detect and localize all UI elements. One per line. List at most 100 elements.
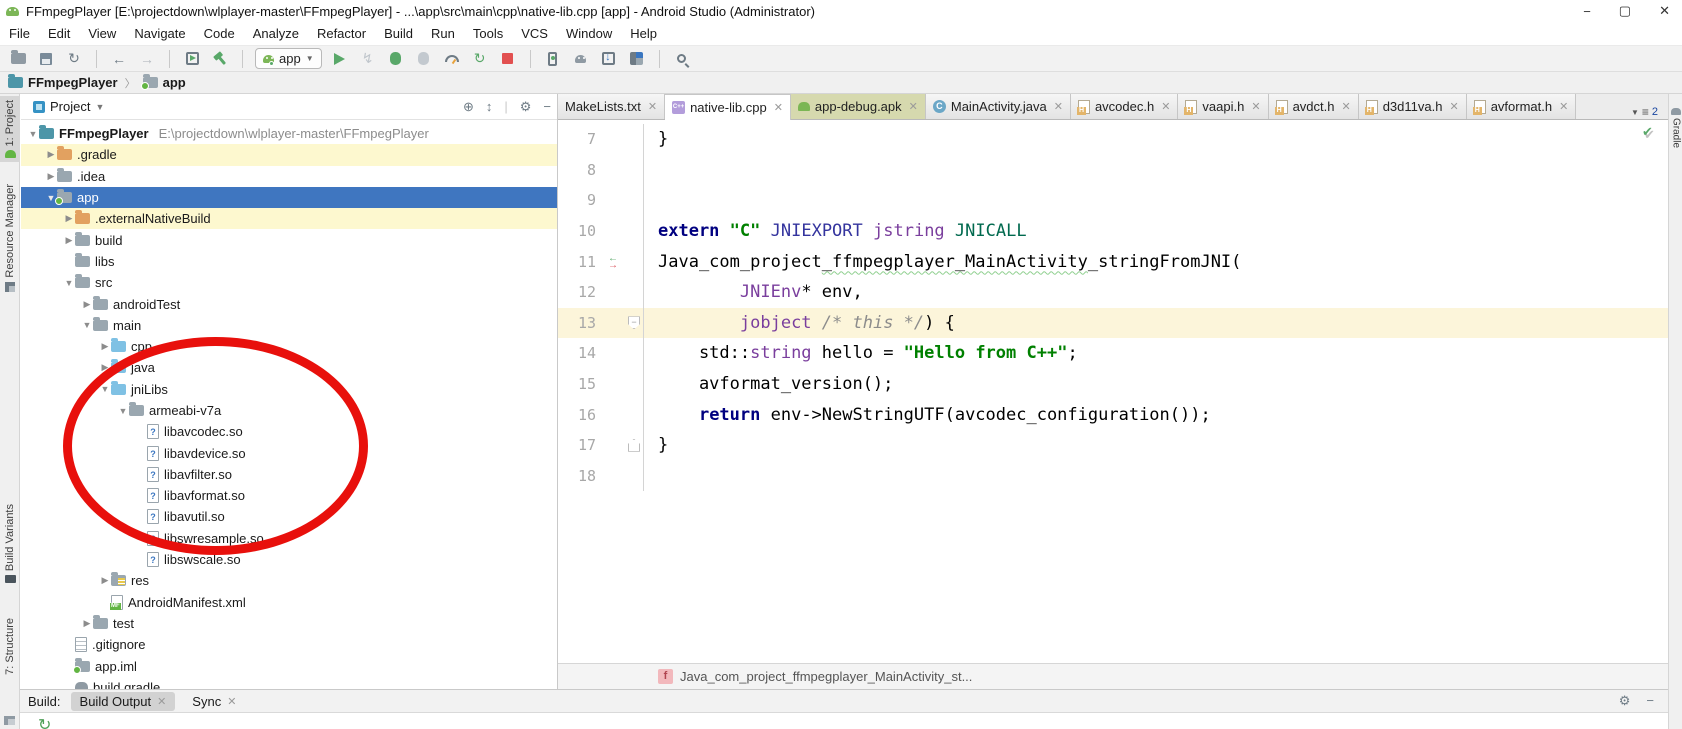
close-tab-icon[interactable]: ✕: [1161, 100, 1170, 113]
build-settings-gear-icon[interactable]: ⚙: [1619, 693, 1631, 709]
tree-item-androidtest[interactable]: ▶androidTest: [21, 293, 557, 314]
close-tab-icon[interactable]: ✕: [1341, 100, 1350, 113]
line-number[interactable]: 8: [558, 161, 604, 179]
tree-expand-arrow-icon[interactable]: ▼: [27, 129, 39, 139]
hide-build-panel-icon[interactable]: −: [1646, 693, 1654, 709]
tree-item-libavfilter-so[interactable]: ?libavfilter.so: [21, 464, 557, 485]
menu-item-edit[interactable]: Edit: [39, 22, 79, 45]
stripe-tab-gradle[interactable]: Gradle: [1669, 108, 1682, 148]
tree-item-java[interactable]: ▶java: [21, 357, 557, 378]
close-tab-icon[interactable]: ✕: [1251, 100, 1260, 113]
line-number[interactable]: 10: [558, 222, 604, 240]
tree-expand-arrow-icon[interactable]: ▶: [99, 362, 111, 373]
menu-item-file[interactable]: File: [0, 22, 39, 45]
close-tab-icon[interactable]: ✕: [774, 101, 783, 114]
line-number[interactable]: 13: [558, 314, 604, 332]
save-all-icon[interactable]: [36, 49, 56, 69]
rerun-build-icon[interactable]: ↻: [38, 715, 51, 729]
close-button[interactable]: ✕: [1659, 3, 1670, 19]
hide-panel-icon[interactable]: −: [543, 99, 551, 114]
tree-expand-arrow-icon[interactable]: ▼: [117, 406, 129, 416]
build-hammer-icon[interactable]: [210, 49, 230, 69]
tree-item-src[interactable]: ▼src: [21, 272, 557, 293]
tree-item-libavformat-so[interactable]: ?libavformat.so: [21, 485, 557, 506]
editor-tab-vaapi-h[interactable]: vaapi.h✕: [1178, 94, 1268, 119]
tree-expand-arrow-icon[interactable]: ▶: [99, 575, 111, 586]
build-tab-sync[interactable]: Sync✕: [183, 692, 245, 711]
sdk-manager-icon[interactable]: [599, 49, 619, 69]
tree-item-build-gradle[interactable]: build.gradle: [21, 677, 557, 689]
close-tab-icon[interactable]: ✕: [227, 695, 236, 708]
tree-expand-arrow-icon[interactable]: ▶: [45, 149, 57, 160]
tree-item-test[interactable]: ▶test: [21, 613, 557, 634]
close-tab-icon[interactable]: ✕: [909, 100, 918, 113]
tree-expand-arrow-icon[interactable]: ▶: [63, 235, 75, 246]
menu-item-refactor[interactable]: Refactor: [308, 22, 375, 45]
editor-tab-app-debug-apk[interactable]: app-debug.apk✕: [791, 94, 926, 119]
tree-expand-arrow-icon[interactable]: ▶: [99, 341, 111, 352]
line-number[interactable]: 18: [558, 467, 604, 485]
tree-item-app-iml[interactable]: app.iml: [21, 655, 557, 676]
menu-item-analyze[interactable]: Analyze: [244, 22, 308, 45]
show-hidden-tabs-button[interactable]: ▼≡2: [1631, 105, 1668, 119]
stripe-tab-build-variants[interactable]: Build Variants: [0, 504, 20, 583]
menu-item-window[interactable]: Window: [557, 22, 621, 45]
menu-item-vcs[interactable]: VCS: [512, 22, 557, 45]
close-tab-icon[interactable]: ✕: [1449, 100, 1458, 113]
line-number[interactable]: 11: [558, 253, 604, 271]
fold-marker-icon[interactable]: −: [628, 316, 640, 329]
stripe-tab-resource-manager[interactable]: Resource Manager: [0, 184, 20, 292]
project-view-selector[interactable]: Project: [50, 99, 90, 114]
tree-expand-arrow-icon[interactable]: ▼: [63, 278, 75, 288]
line-number[interactable]: 17: [558, 436, 604, 454]
current-function-name[interactable]: Java_com_project_ffmpegplayer_MainActivi…: [680, 669, 972, 684]
editor-tab-mainactivity-java[interactable]: CMainActivity.java✕: [926, 94, 1071, 119]
device-monitor-icon[interactable]: [571, 49, 591, 69]
tree-item-ffmpegplayer[interactable]: ▼FFmpegPlayerE:\projectdown\wlplayer-mas…: [21, 123, 557, 144]
breadcrumb-module[interactable]: app: [163, 75, 186, 90]
maximize-button[interactable]: ▢: [1619, 3, 1631, 19]
minimize-button[interactable]: −: [1583, 4, 1591, 19]
tree-item-libavdevice-so[interactable]: ?libavdevice.so: [21, 442, 557, 463]
tree-expand-arrow-icon[interactable]: ▶: [45, 171, 57, 182]
editor-tab-avdct-h[interactable]: avdct.h✕: [1269, 94, 1359, 119]
breadcrumb-project[interactable]: FFmpegPlayer: [28, 75, 118, 90]
tree-item-androidmanifest-xml[interactable]: AndroidManifest.xml: [21, 592, 557, 613]
tree-item--idea[interactable]: ▶.idea: [21, 166, 557, 187]
tree-expand-arrow-icon[interactable]: ▶: [81, 299, 93, 310]
inspections-ok-icon[interactable]: ✔: [1642, 124, 1653, 140]
tool-window-switcher-icon[interactable]: [4, 716, 15, 725]
back-icon[interactable]: ←: [109, 49, 129, 69]
fold-marker-icon[interactable]: [628, 439, 640, 452]
menu-item-view[interactable]: View: [79, 22, 125, 45]
tree-item-main[interactable]: ▼main: [21, 315, 557, 336]
line-number[interactable]: 16: [558, 406, 604, 424]
tree-item-libs[interactable]: libs: [21, 251, 557, 272]
tree-item-armeabi-v7a[interactable]: ▼armeabi-v7a: [21, 400, 557, 421]
tree-expand-arrow-icon[interactable]: ▶: [81, 618, 93, 629]
menu-item-navigate[interactable]: Navigate: [125, 22, 194, 45]
close-tab-icon[interactable]: ✕: [157, 695, 166, 708]
avd-manager-icon[interactable]: [543, 49, 563, 69]
forward-icon[interactable]: →: [137, 49, 157, 69]
stripe-tab-7-structure[interactable]: 7: Structure: [0, 618, 20, 675]
attach-debugger-icon[interactable]: [414, 49, 434, 69]
close-tab-icon[interactable]: ✕: [1054, 100, 1063, 113]
line-number[interactable]: 14: [558, 344, 604, 362]
tree-expand-arrow-icon[interactable]: ▶: [63, 213, 75, 224]
apply-changes-icon[interactable]: ↯: [358, 49, 378, 69]
tree-item-res[interactable]: ▶res: [21, 570, 557, 591]
tree-item--gitignore[interactable]: .gitignore: [21, 634, 557, 655]
tree-item-libswscale-so[interactable]: ?libswscale.so: [21, 549, 557, 570]
run-configuration-select[interactable]: app ▼: [255, 48, 322, 69]
open-file-icon[interactable]: [8, 49, 28, 69]
tree-item-cpp[interactable]: ▶cpp: [21, 336, 557, 357]
editor-tab-avformat-h[interactable]: avformat.h✕: [1467, 94, 1577, 119]
stripe-tab-1-project[interactable]: 1: Project: [0, 96, 20, 162]
menu-item-build[interactable]: Build: [375, 22, 422, 45]
editor-tab-makelists-txt[interactable]: MakeLists.txt✕: [558, 94, 665, 119]
tree-expand-arrow-icon[interactable]: ▼: [99, 384, 111, 394]
debug-icon[interactable]: [386, 49, 406, 69]
menu-item-help[interactable]: Help: [621, 22, 666, 45]
tree-item-build[interactable]: ▶build: [21, 229, 557, 250]
